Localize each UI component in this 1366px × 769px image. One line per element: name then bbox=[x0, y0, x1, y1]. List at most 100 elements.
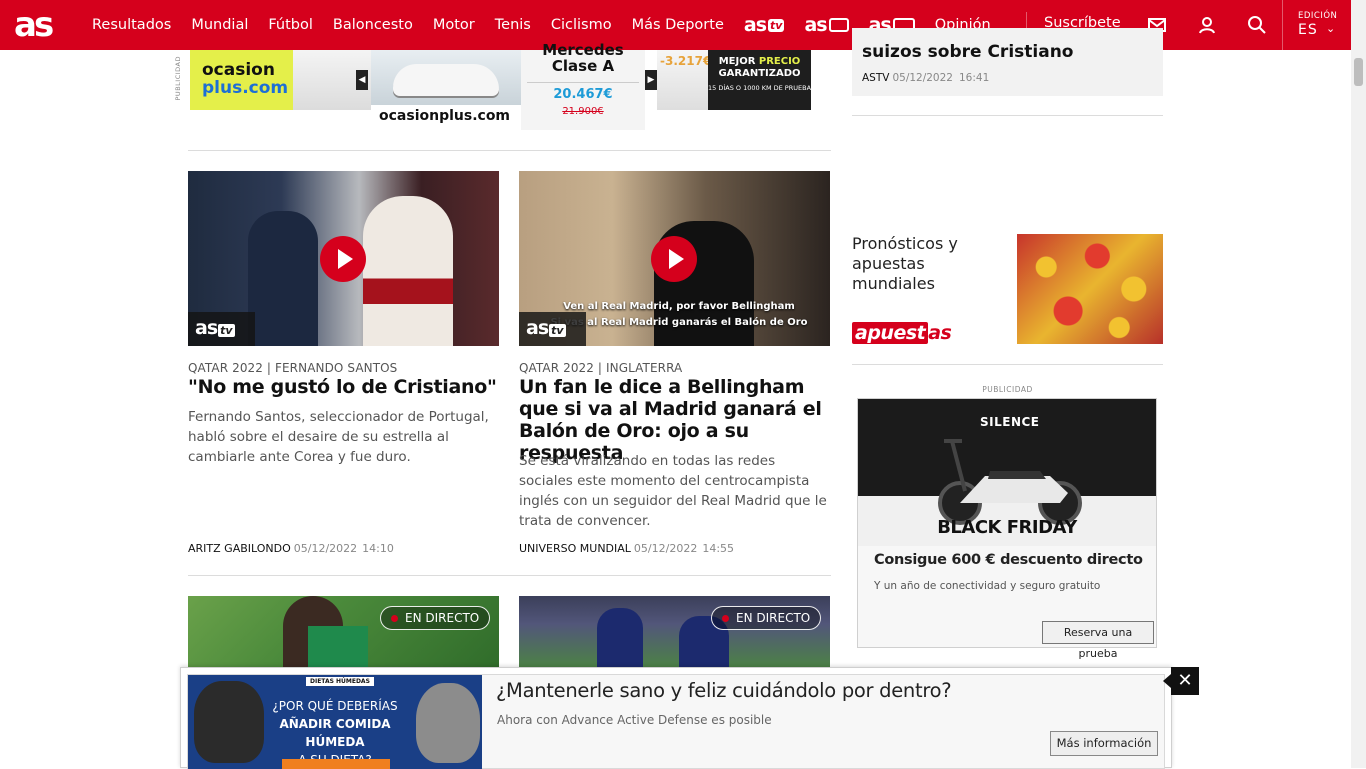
sidebar-card-source: ASTV bbox=[862, 72, 890, 84]
sticky-ad-subtext: Ahora con Advance Active Defense es posi… bbox=[497, 713, 772, 727]
discount-thumbnail: -3.217€ bbox=[657, 50, 712, 110]
live-article-thumbnail[interactable]: EN DIRECTO bbox=[188, 596, 499, 676]
player-figure bbox=[597, 608, 643, 676]
article-time: 14:10 bbox=[362, 542, 394, 555]
ocasionplus-banner-ad[interactable]: ocasion plus.com ◀ ocasionplus.com Merce… bbox=[190, 42, 812, 130]
silence-ad[interactable]: SILENCE BLACK FRIDAY Consigue 600 € desc… bbox=[857, 398, 1157, 660]
user-icon[interactable] bbox=[1196, 14, 1218, 36]
sidebar-news-card[interactable]: suizos sobre Cristiano ASTV 05/12/2022 16:… bbox=[852, 28, 1163, 96]
as-logo[interactable]: as bbox=[14, 7, 64, 43]
nav-mas-deporte[interactable]: Más Deporte bbox=[632, 17, 724, 33]
edition-value: ES bbox=[1298, 22, 1318, 38]
ocasionplus-wordmark: ocasionplus.com bbox=[379, 108, 511, 124]
scooter-image bbox=[938, 439, 1082, 525]
article-author[interactable]: ARITZ GABILONDO bbox=[188, 542, 291, 555]
nav-resultados[interactable]: Resultados bbox=[92, 17, 171, 33]
edition-label: EDICIÓN bbox=[1298, 11, 1338, 21]
edition-selector[interactable]: EDICIÓN ES ⌄ bbox=[1282, 0, 1351, 50]
pet-food-question-line1: ¿POR QUÉ DEBERÍAS bbox=[272, 699, 398, 713]
spain-fans-image[interactable] bbox=[1017, 234, 1163, 344]
close-ad-icon[interactable]: ✕ bbox=[1163, 667, 1199, 695]
play-icon[interactable] bbox=[320, 236, 366, 282]
apuestas-logo-box: as bbox=[928, 322, 952, 344]
guarantee-word-precio: PRECIO bbox=[758, 56, 801, 67]
apuestas-logo[interactable]: apuest as bbox=[852, 322, 952, 344]
ocasionplus-logo-line2: plus.com bbox=[202, 78, 289, 98]
play-icon[interactable] bbox=[651, 236, 697, 282]
as-photo-link[interactable]: as bbox=[804, 14, 849, 36]
car-model-line2: Clase A bbox=[551, 57, 615, 75]
car-price: 20.467€ bbox=[527, 82, 639, 102]
article-headline[interactable]: "No me gustó lo de Cristiano" bbox=[188, 376, 499, 398]
article-byline: ARITZ GABILONDO 05/12/2022 14:10 bbox=[188, 542, 394, 555]
ocasionplus-logo-line1: ocasion bbox=[202, 60, 275, 80]
chevron-down-icon: ⌄ bbox=[1326, 22, 1336, 35]
article-thumbnail[interactable]: Ven al Real Madrid, por favor Bellingham… bbox=[519, 171, 830, 346]
article-author[interactable]: UNIVERSO MUNDIAL bbox=[519, 542, 631, 555]
apuestas-logo-main: apuest bbox=[852, 322, 929, 344]
nav-baloncesto[interactable]: Baloncesto bbox=[333, 17, 413, 33]
page-scrollbar[interactable] bbox=[1351, 0, 1366, 768]
live-badge: EN DIRECTO bbox=[380, 606, 491, 630]
carousel-next-icon[interactable]: ▶ bbox=[645, 70, 657, 90]
price-card: Mercedes Clase A 20.467€ 21.900€ bbox=[521, 42, 645, 130]
astv-badge: as tv bbox=[519, 312, 586, 346]
nav-motor[interactable]: Motor bbox=[433, 17, 475, 33]
sticky-bottom-ad[interactable]: DIETAS HÚMEDAS ¿POR QUÉ DEBERÍAS AÑADIR … bbox=[180, 667, 1172, 769]
nav-mundial[interactable]: Mundial bbox=[191, 17, 248, 33]
ad-headline: Consigue 600 € descuento directo bbox=[874, 552, 1143, 568]
article-byline: UNIVERSO MUNDIAL 05/12/2022 14:55 bbox=[519, 542, 734, 555]
guarantee-small: 15 DÍAS O 1000 KM DE PRUEBA bbox=[708, 84, 812, 92]
ad-subtext: Y un año de conectividad y seguro gratui… bbox=[874, 580, 1101, 592]
nav-futbol[interactable]: Fútbol bbox=[268, 17, 313, 33]
ad-label: PUBLICIDAD bbox=[982, 385, 1033, 394]
pet-food-image: DIETAS HÚMEDAS ¿POR QUÉ DEBERÍAS AÑADIR … bbox=[188, 675, 482, 769]
sidebar-card-title[interactable]: suizos sobre Cristiano bbox=[862, 42, 1073, 62]
book-test-ride-button[interactable]: Reserva una prueba bbox=[1042, 621, 1154, 660]
article-thumbnail[interactable]: as tv bbox=[188, 171, 499, 346]
car-image bbox=[371, 50, 521, 105]
guarantee-word-mejor: MEJOR bbox=[718, 56, 756, 67]
carousel-prev-icon[interactable]: ◀ bbox=[356, 70, 368, 90]
astv-badge-main: as bbox=[526, 317, 549, 339]
pet-food-tag: DIETAS HÚMEDAS bbox=[306, 677, 374, 686]
astv-badge-sub: tv bbox=[549, 324, 566, 337]
astv-main: as bbox=[743, 14, 767, 36]
discount-value: -3.217€ bbox=[660, 54, 712, 68]
nav-tenis[interactable]: Tenis bbox=[495, 17, 531, 33]
car-old-price: 21.900€ bbox=[562, 106, 604, 117]
article-kicker[interactable]: QATAR 2022 | FERNANDO SANTOS bbox=[188, 361, 397, 375]
black-friday-text: BLACK FRIDAY bbox=[937, 517, 1077, 538]
as-photo-main: as bbox=[804, 14, 827, 36]
article-summary: Se está viralizando en todas las redes s… bbox=[519, 453, 827, 529]
cat-image bbox=[416, 683, 480, 763]
divider bbox=[852, 115, 1163, 116]
astv-link[interactable]: as tv bbox=[744, 14, 785, 36]
featured-car-card: ocasionplus.com bbox=[371, 50, 521, 130]
pet-food-question-line2: AÑADIR COMIDA HÚMEDA bbox=[279, 717, 391, 749]
divider bbox=[188, 150, 831, 151]
astv-badge-sub: tv bbox=[218, 324, 235, 337]
live-badge: EN DIRECTO bbox=[711, 606, 822, 630]
apuestas-title[interactable]: Pronósticos y apuestas mundiales bbox=[852, 234, 1012, 294]
divider bbox=[852, 364, 1163, 365]
guarantee-line2: GARANTIZADO bbox=[718, 68, 801, 79]
ocasionplus-logo: ocasion plus.com bbox=[190, 50, 293, 110]
scrollbar-thumb[interactable] bbox=[1354, 58, 1363, 86]
live-article-thumbnail[interactable]: EN DIRECTO bbox=[519, 596, 830, 676]
sticky-ad-headline: ¿Mantenerle sano y feliz cuidándolo por … bbox=[496, 679, 952, 702]
sidebar-card-time: 16:41 bbox=[958, 72, 990, 84]
article-kicker[interactable]: QATAR 2022 | INGLATERRA bbox=[519, 361, 682, 375]
astv-sub: tv bbox=[768, 18, 785, 32]
coach-figure bbox=[248, 211, 318, 346]
search-icon[interactable] bbox=[1246, 14, 1268, 36]
article-date: 05/12/2022 bbox=[633, 542, 698, 555]
camera-icon bbox=[828, 18, 849, 32]
nav-ciclismo[interactable]: Ciclismo bbox=[551, 17, 612, 33]
more-info-button[interactable]: Más información bbox=[1050, 731, 1158, 756]
guarantee-line1: MEJOR PRECIO bbox=[708, 56, 811, 68]
astv-badge-main: as bbox=[195, 317, 218, 339]
car-shape bbox=[393, 64, 499, 96]
article-summary: Fernando Santos, seleccionador de Portug… bbox=[188, 409, 489, 465]
divider bbox=[188, 575, 831, 576]
